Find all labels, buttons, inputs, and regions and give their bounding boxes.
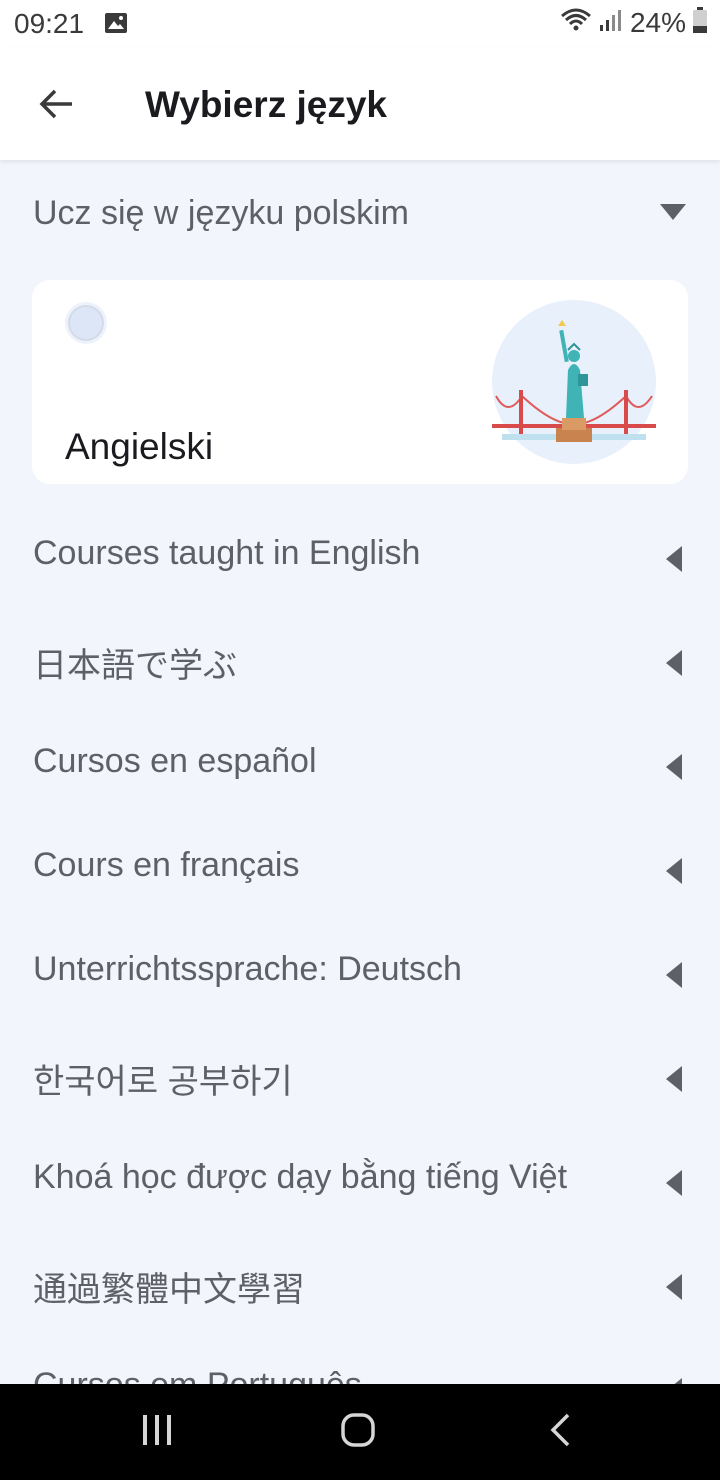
group-label: Cours en français (33, 846, 300, 884)
group-label: 한국어로 공부하기 (33, 1063, 293, 1101)
home-icon (340, 1412, 376, 1453)
group-row-spanish[interactable]: Cursos en español (0, 716, 720, 820)
image-icon (104, 12, 128, 34)
group-label: Khoá học được dạy bằng tiếng Việt (33, 1158, 568, 1196)
system-nav-bar (0, 1384, 720, 1480)
page-title: Wybierz język (145, 84, 387, 125)
group-row-french[interactable]: Cours en français (0, 820, 720, 924)
radio-button[interactable] (65, 302, 107, 344)
chevron-left-icon (548, 1412, 572, 1453)
section-label: Ucz się w języku polskim (33, 194, 409, 232)
app-bar: Wybierz język (0, 48, 720, 160)
back-button[interactable] (28, 78, 84, 134)
group-row-traditional-chinese[interactable]: 通過繁體中文學習 (0, 1236, 720, 1340)
group-row-english[interactable]: Courses taught in English (0, 508, 720, 612)
group-row-german[interactable]: Unterrichtssprache: Deutsch (0, 924, 720, 1028)
group-label: Cursos en español (33, 742, 317, 780)
section-polish-header[interactable]: Ucz się w języku polskim (0, 160, 720, 266)
signal-icon (598, 7, 624, 38)
group-row-vietnamese[interactable]: Khoá học được dạy bằng tiếng Việt (0, 1132, 720, 1236)
arrow-left-icon (38, 88, 74, 125)
language-label: Angielski (65, 426, 214, 467)
home-button[interactable] (328, 1408, 388, 1456)
group-row-japanese[interactable]: 日本語で学ぶ (0, 612, 720, 716)
wifi-icon (560, 7, 592, 38)
language-card-english[interactable]: Angielski (32, 280, 688, 484)
triangle-down-icon (660, 204, 686, 220)
triangle-left-icon (666, 1274, 682, 1300)
recents-icon (140, 1413, 174, 1452)
statue-of-liberty-illustration (492, 300, 656, 464)
back-nav-button[interactable] (530, 1408, 590, 1456)
triangle-left-icon (666, 962, 682, 988)
triangle-left-icon (666, 650, 682, 676)
group-label: Courses taught in English (33, 534, 421, 572)
triangle-left-icon (666, 546, 682, 572)
triangle-left-icon (666, 1066, 682, 1092)
recents-button[interactable] (127, 1408, 187, 1456)
status-bar: 09:21 24% (0, 0, 720, 48)
group-label: Unterrichtssprache: Deutsch (33, 950, 462, 988)
group-label: 日本語で学ぶ (33, 647, 237, 685)
battery-percent: 24% (629, 6, 686, 38)
group-label: 通過繁體中文學習 (33, 1271, 305, 1309)
battery-icon (692, 6, 708, 39)
triangle-left-icon (666, 1170, 682, 1196)
triangle-left-icon (666, 858, 682, 884)
triangle-left-icon (666, 754, 682, 780)
status-time: 09:21 (14, 8, 85, 39)
group-row-korean[interactable]: 한국어로 공부하기 (0, 1028, 720, 1132)
